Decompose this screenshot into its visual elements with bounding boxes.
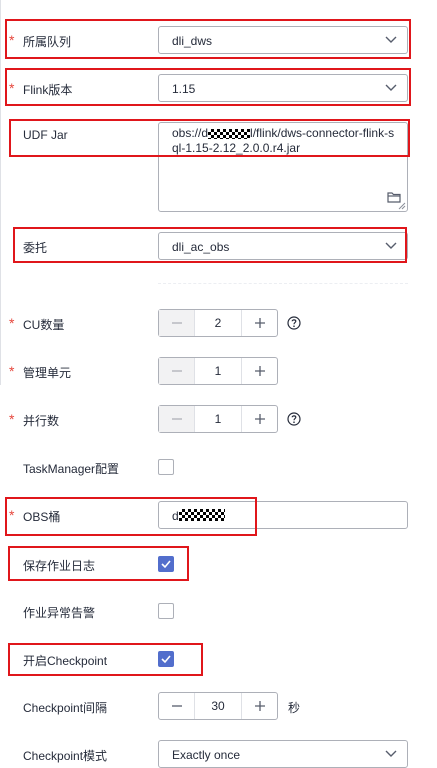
checkpoint-mode-label: Checkpoint模式 [23,749,108,763]
cu-count-value[interactable]: 2 [195,316,241,330]
help-circle-icon[interactable] [287,316,301,330]
cu-count-stepper[interactable]: 2 [158,309,278,337]
highlight-box [9,119,410,157]
management-unit-row: * 管理单元 1 [0,357,437,385]
decrement-button[interactable] [159,693,195,719]
checkpoint-mode-select[interactable]: Exactly once [158,740,408,768]
taskmanager-config-checkbox[interactable] [158,459,174,475]
highlight-box [5,19,411,59]
highlight-box [8,546,189,581]
increment-button[interactable] [241,358,277,384]
management-unit-label: 管理单元 [23,366,72,380]
job-alarm-label: 作业异常告警 [23,606,96,620]
resize-grip-icon[interactable] [398,202,406,210]
decrement-button[interactable] [159,406,195,432]
checkpoint-mode-value: Exactly once [172,748,241,762]
parallelism-label: 并行数 [23,414,60,428]
checkpoint-interval-stepper[interactable]: 30 [158,692,278,720]
plus-icon [255,366,265,376]
section-divider [158,283,408,284]
checkpoint-interval-label: Checkpoint间隔 [23,701,108,715]
checkpoint-interval-value[interactable]: 30 [195,699,241,713]
taskmanager-config-row: TaskManager配置 [0,459,437,476]
cu-count-label: CU数量 [23,318,65,332]
parallelism-stepper[interactable]: 1 [158,405,278,433]
highlight-box [5,68,411,106]
minus-icon [172,705,182,707]
required-mark: * [9,363,15,379]
minus-icon [172,322,182,324]
highlight-box [8,643,203,676]
checkpoint-interval-unit: 秒 [288,701,301,715]
decrement-button[interactable] [159,310,195,336]
checkpoint-interval-row: Checkpoint间隔 30 秒 [0,692,437,720]
increment-button[interactable] [241,406,277,432]
minus-icon [172,370,182,372]
chevron-down-icon [385,750,397,757]
required-mark: * [9,315,15,331]
increment-button[interactable] [241,693,277,719]
plus-icon [255,701,265,711]
job-alarm-checkbox[interactable] [158,603,174,619]
management-unit-stepper[interactable]: 1 [158,357,278,385]
decrement-button[interactable] [159,358,195,384]
management-unit-value[interactable]: 1 [195,364,241,378]
parallelism-value[interactable]: 1 [195,412,241,426]
increment-button[interactable] [241,310,277,336]
required-mark: * [9,411,15,427]
minus-icon [172,418,182,420]
highlight-box [5,497,257,536]
help-circle-icon[interactable] [287,412,301,426]
checkpoint-mode-row: Checkpoint模式 Exactly once [0,740,437,768]
job-alarm-row: 作业异常告警 [0,603,437,620]
plus-icon [255,318,265,328]
taskmanager-config-label: TaskManager配置 [23,462,120,476]
parallelism-row: * 并行数 1 [0,405,437,433]
plus-icon [255,414,265,424]
cu-count-row: * CU数量 2 [0,309,437,337]
highlight-box [13,227,407,263]
